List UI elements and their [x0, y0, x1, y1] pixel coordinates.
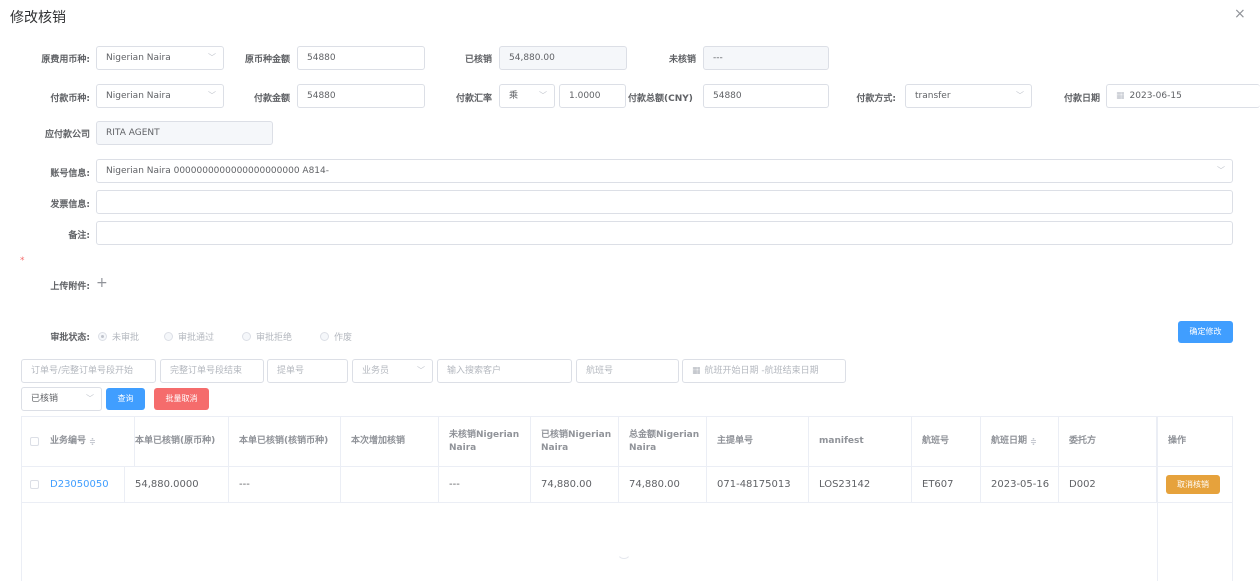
- table-cell: LOS23142: [809, 466, 912, 502]
- flight-no-input[interactable]: 航班号: [576, 359, 679, 383]
- required-mark: *: [20, 256, 25, 266]
- row-checkbox[interactable]: [30, 479, 39, 489]
- table-header-col: 航班号: [912, 417, 981, 466]
- sort-icon[interactable]: ≑: [1030, 435, 1037, 448]
- table-header-col: 操作: [1157, 417, 1234, 466]
- table-header-flight-date[interactable]: 航班日期 ≑: [981, 417, 1059, 466]
- confirm-modify-button[interactable]: 确定修改: [1178, 321, 1233, 343]
- pay-date-picker[interactable]: ▦ 2023-06-15: [1106, 84, 1260, 108]
- chevron-down-icon: ﹀: [417, 366, 425, 375]
- table-header-col: 总金额Nigerian Naira: [619, 417, 707, 466]
- orig-amount-label: 原币种金额: [244, 55, 290, 65]
- sort-icon[interactable]: ≑: [89, 435, 96, 448]
- not-written-off-value: ---: [703, 46, 829, 70]
- order-no-input[interactable]: 订单号/完整订单号段开始: [21, 359, 156, 383]
- table-cell: 071-48175013: [707, 466, 809, 502]
- table-cell: [341, 466, 439, 502]
- account-select[interactable]: Nigerian Naira 0000000000000000000000 A8…: [96, 159, 1233, 183]
- pay-date-label: 付款日期: [1063, 94, 1100, 104]
- pay-currency-select[interactable]: Nigerian Naira ﹀: [96, 84, 224, 108]
- radio-void[interactable]: 作废: [320, 330, 352, 343]
- table-header-col: 已核销Nigerian Naira: [531, 417, 619, 466]
- radio-approved[interactable]: 审批通过: [164, 330, 214, 343]
- radio-rejected[interactable]: 审批拒绝: [242, 330, 292, 343]
- chevron-down-icon: ﹀: [86, 394, 94, 403]
- table-cell: 54,880.0000: [125, 466, 229, 502]
- order-no-link[interactable]: D23050050: [50, 479, 109, 490]
- orig-currency-select[interactable]: Nigerian Naira ﹀: [96, 46, 224, 70]
- table-cell: ---: [439, 466, 531, 502]
- table-row: D23050050: [22, 466, 125, 502]
- pay-rate-input[interactable]: 1.0000: [559, 84, 626, 108]
- invoice-label: 发票信息:: [50, 200, 90, 210]
- account-label: 账号信息:: [50, 169, 90, 179]
- query-button[interactable]: 查询: [106, 388, 145, 410]
- table-header-col: manifest: [809, 417, 912, 466]
- table-header-col: 本单已核销(核销币种): [229, 417, 341, 466]
- batch-cancel-button[interactable]: 批量取消: [154, 388, 209, 410]
- chevron-down-icon: ﹀: [539, 91, 547, 100]
- chevron-down-icon: ﹀: [1016, 91, 1024, 100]
- table-cell: ---: [229, 466, 341, 502]
- flight-date-range[interactable]: ▦ 航班开始日期 -航班结束日期: [682, 359, 846, 383]
- orig-amount-input[interactable]: 54880: [297, 46, 425, 70]
- pay-total-input[interactable]: 54880: [703, 84, 829, 108]
- writeoff-table: 业务编号 ≑ 本单已核销(原币种) 本单已核销(核销币种) 本次增加核销 未核销N…: [21, 416, 1233, 581]
- table-header-col: 本次增加核销: [341, 417, 439, 466]
- table-cell: D002: [1059, 466, 1157, 502]
- written-off-label: 已核销: [464, 55, 492, 65]
- bill-no-input[interactable]: 提单号: [267, 359, 348, 383]
- approval-label: 审批状态:: [50, 333, 90, 343]
- invoice-input[interactable]: [96, 190, 1233, 214]
- add-attachment-icon[interactable]: +: [96, 275, 108, 291]
- calendar-icon: ▦: [692, 366, 701, 376]
- full-order-input[interactable]: 完整订单号段结束: [160, 359, 264, 383]
- remark-input[interactable]: [96, 221, 1233, 245]
- table-header-col: 未核销Nigerian Naira: [439, 417, 531, 466]
- orig-currency-label: 原费用币种:: [41, 55, 90, 65]
- pay-method-label: 付款方式:: [856, 94, 896, 104]
- table-cell: 2023-05-16: [981, 466, 1059, 502]
- not-written-off-label: 未核销: [668, 55, 696, 65]
- table-header-col: 本单已核销(原币种): [125, 417, 229, 466]
- select-all-checkbox[interactable]: [30, 437, 39, 446]
- calendar-icon: ▦: [1116, 91, 1125, 101]
- table-cell: ET607: [912, 466, 981, 502]
- attachment-label: 上传附件:: [50, 282, 90, 292]
- radio-unapproved[interactable]: 未审批: [98, 330, 139, 343]
- close-icon[interactable]: ×: [1234, 6, 1246, 22]
- table-header-col: 委托方: [1059, 417, 1157, 466]
- cancel-writeoff-button[interactable]: 取消核销: [1166, 474, 1220, 494]
- pay-rate-label: 付款汇率: [455, 94, 492, 104]
- remark-label: 备注:: [68, 231, 90, 241]
- table-header-col: 主提单号: [707, 417, 809, 466]
- chevron-down-icon: ﹀: [208, 91, 216, 100]
- customer-search-input[interactable]: 输入搜索客户: [437, 359, 572, 383]
- table-cell: 74,880.00: [531, 466, 619, 502]
- pay-amount-input[interactable]: 54880: [297, 84, 425, 108]
- table-cell: 74,880.00: [619, 466, 707, 502]
- pay-total-label: 付款总额(CNY): [628, 94, 693, 104]
- table-cell-action: 取消核销: [1157, 466, 1234, 502]
- pay-method-select[interactable]: transfer ﹀: [905, 84, 1032, 108]
- salesman-select[interactable]: 业务员 ﹀: [352, 359, 433, 383]
- payable-company-value: RITA AGENT: [96, 121, 273, 145]
- status-select[interactable]: 已核销 ﹀: [21, 387, 102, 411]
- written-off-value: 54,880.00: [499, 46, 627, 70]
- chevron-down-icon: ﹀: [1217, 166, 1225, 175]
- pay-currency-label: 付款币种:: [50, 94, 90, 104]
- chevron-down-icon: ﹀: [208, 53, 216, 62]
- dialog-title: 修改核销: [10, 10, 66, 26]
- loading-spinner-icon: [617, 545, 631, 559]
- table-header-order-no[interactable]: 业务编号 ≑: [22, 417, 135, 466]
- pay-amount-label: 付款金额: [253, 94, 290, 104]
- pay-rate-op-select[interactable]: 乘 ﹀: [499, 84, 555, 108]
- payable-company-label: 应付款公司: [44, 130, 90, 140]
